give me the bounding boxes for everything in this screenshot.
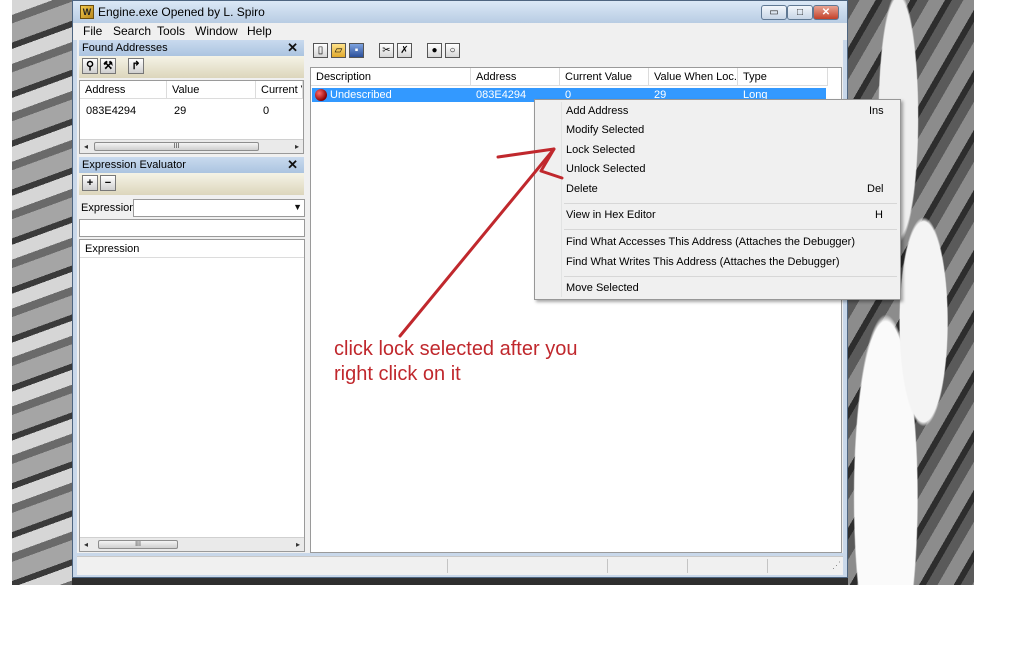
save-icon[interactable]: ▪ xyxy=(349,43,364,58)
status-separator xyxy=(447,559,448,573)
found-addresses-title: Found Addresses xyxy=(82,42,168,54)
open-folder-icon[interactable]: ▱ xyxy=(331,43,346,58)
found-addresses-titlebar: Found Addresses ✕ xyxy=(79,40,304,56)
column-current-value[interactable]: Current V xyxy=(256,81,303,99)
delete-icon[interactable]: ✗ xyxy=(397,43,412,58)
column-value[interactable]: Value xyxy=(167,81,256,99)
app-icon: W xyxy=(80,5,94,19)
record-icon xyxy=(315,89,327,101)
row-description: Undescribed xyxy=(330,89,392,101)
shortcut-delete: Del xyxy=(867,183,884,195)
lock-icon[interactable]: ● xyxy=(427,43,442,58)
expression-evaluator-title: Expression Evaluator xyxy=(82,159,186,171)
remove-expression-button[interactable]: − xyxy=(100,175,116,191)
main-toolbar: ▯ ▱ ▪ ✂ ✗ ● ○ xyxy=(311,40,841,64)
close-button[interactable]: ✕ xyxy=(813,5,839,20)
status-separator xyxy=(767,559,768,573)
menu-separator xyxy=(564,203,897,204)
menu-item-delete[interactable]: Delete xyxy=(566,183,598,195)
found-addresses-close-icon[interactable]: ✕ xyxy=(287,40,298,55)
menu-tools[interactable]: Tools xyxy=(157,24,185,38)
column-description[interactable]: Description xyxy=(311,68,471,86)
menu-bar: File Search Tools Window Help xyxy=(73,23,847,40)
found-addresses-hscroll[interactable]: ◂ III ▸ xyxy=(80,139,303,153)
menu-item-unlock-selected[interactable]: Unlock Selected xyxy=(566,163,646,175)
row-address: 083E4294 xyxy=(476,89,527,101)
column-address[interactable]: Address xyxy=(80,81,167,99)
scroll-left-icon[interactable]: ◂ xyxy=(80,140,92,153)
status-separator xyxy=(607,559,608,573)
background-edge xyxy=(0,0,12,585)
menu-search[interactable]: Search xyxy=(113,24,151,38)
maximize-button[interactable]: □ xyxy=(787,5,813,20)
chevron-down-icon[interactable]: ▼ xyxy=(293,202,302,212)
found-address-cell[interactable]: 083E4294 xyxy=(86,105,136,117)
menu-item-find-accesses[interactable]: Find What Accesses This Address (Attache… xyxy=(566,236,855,248)
menu-item-lock-selected[interactable]: Lock Selected xyxy=(566,144,635,156)
search-tool-icon[interactable]: ⚲ xyxy=(82,58,98,74)
scroll-left-icon[interactable]: ◂ xyxy=(80,538,92,551)
unlock-icon[interactable]: ○ xyxy=(445,43,460,58)
menu-help[interactable]: Help xyxy=(247,24,272,38)
status-bar: ⋰ xyxy=(77,556,843,575)
expression-hscroll[interactable]: ◂ III ▸ xyxy=(80,537,304,551)
shortcut-hex-editor: H xyxy=(875,209,883,221)
found-current-cell[interactable]: 0 xyxy=(263,105,269,117)
menu-file[interactable]: File xyxy=(83,24,102,38)
add-to-list-icon[interactable]: ↱ xyxy=(128,58,144,74)
window-title: Engine.exe Opened by L. Spiro xyxy=(98,5,265,19)
add-expression-button[interactable]: + xyxy=(82,175,98,191)
expression-list[interactable]: Expression ◂ III ▸ xyxy=(79,239,305,552)
found-addresses-toolbar: ⚲ ⚒ ↱ xyxy=(79,56,304,78)
expression-combo[interactable]: ▼ xyxy=(133,199,305,217)
expression-evaluator-close-icon[interactable]: ✕ xyxy=(287,157,298,172)
expression-input[interactable] xyxy=(79,219,305,237)
found-value-cell[interactable]: 29 xyxy=(174,105,186,117)
menu-separator xyxy=(564,276,897,277)
expression-label: Expression: xyxy=(81,202,139,214)
column-address[interactable]: Address xyxy=(471,68,560,86)
minimize-button[interactable]: ▭ xyxy=(761,5,787,20)
column-type[interactable]: Type xyxy=(738,68,828,86)
scroll-thumb[interactable]: III xyxy=(98,540,178,549)
menu-item-modify-selected[interactable]: Modify Selected xyxy=(566,124,644,136)
annotation-text: click lock selected after you right clic… xyxy=(334,337,654,387)
expression-evaluator-titlebar: Expression Evaluator ✕ xyxy=(79,157,304,173)
found-addresses-list[interactable]: Address Value Current V 083E4294 29 0 ◂ … xyxy=(79,80,304,154)
new-file-icon[interactable]: ▯ xyxy=(313,43,328,58)
title-bar[interactable]: W Engine.exe Opened by L. Spiro ▭ □ ✕ xyxy=(73,1,847,23)
expression-toolbar: + − xyxy=(79,173,304,195)
menu-window[interactable]: Window xyxy=(195,24,238,38)
scroll-right-icon[interactable]: ▸ xyxy=(291,140,303,153)
shortcut-add-address: Ins xyxy=(869,105,884,117)
status-separator xyxy=(687,559,688,573)
menu-item-find-writes[interactable]: Find What Writes This Address (Attaches … xyxy=(566,256,840,268)
menu-item-move-selected[interactable]: Move Selected xyxy=(566,282,639,294)
column-current-value[interactable]: Current Value xyxy=(560,68,649,86)
scroll-thumb[interactable]: III xyxy=(94,142,259,151)
annotation-line-2: right click on it xyxy=(334,363,461,385)
column-value-when-locked[interactable]: Value When Loc... xyxy=(649,68,738,86)
menu-separator xyxy=(564,229,897,230)
context-menu: Add Address Ins Modify Selected Lock Sel… xyxy=(534,99,901,300)
background-rock-left xyxy=(12,0,72,585)
scroll-right-icon[interactable]: ▸ xyxy=(292,538,304,551)
resize-grip-icon[interactable]: ⋰ xyxy=(832,560,841,571)
column-expression[interactable]: Expression xyxy=(80,240,304,258)
menu-item-view-in-hex-editor[interactable]: View in Hex Editor xyxy=(566,209,656,221)
menu-item-add-address[interactable]: Add Address xyxy=(566,105,628,117)
cut-icon[interactable]: ✂ xyxy=(379,43,394,58)
search-options-icon[interactable]: ⚒ xyxy=(100,58,116,74)
annotation-line-1: click lock selected after you xyxy=(334,338,578,360)
menu-gutter xyxy=(561,102,562,297)
